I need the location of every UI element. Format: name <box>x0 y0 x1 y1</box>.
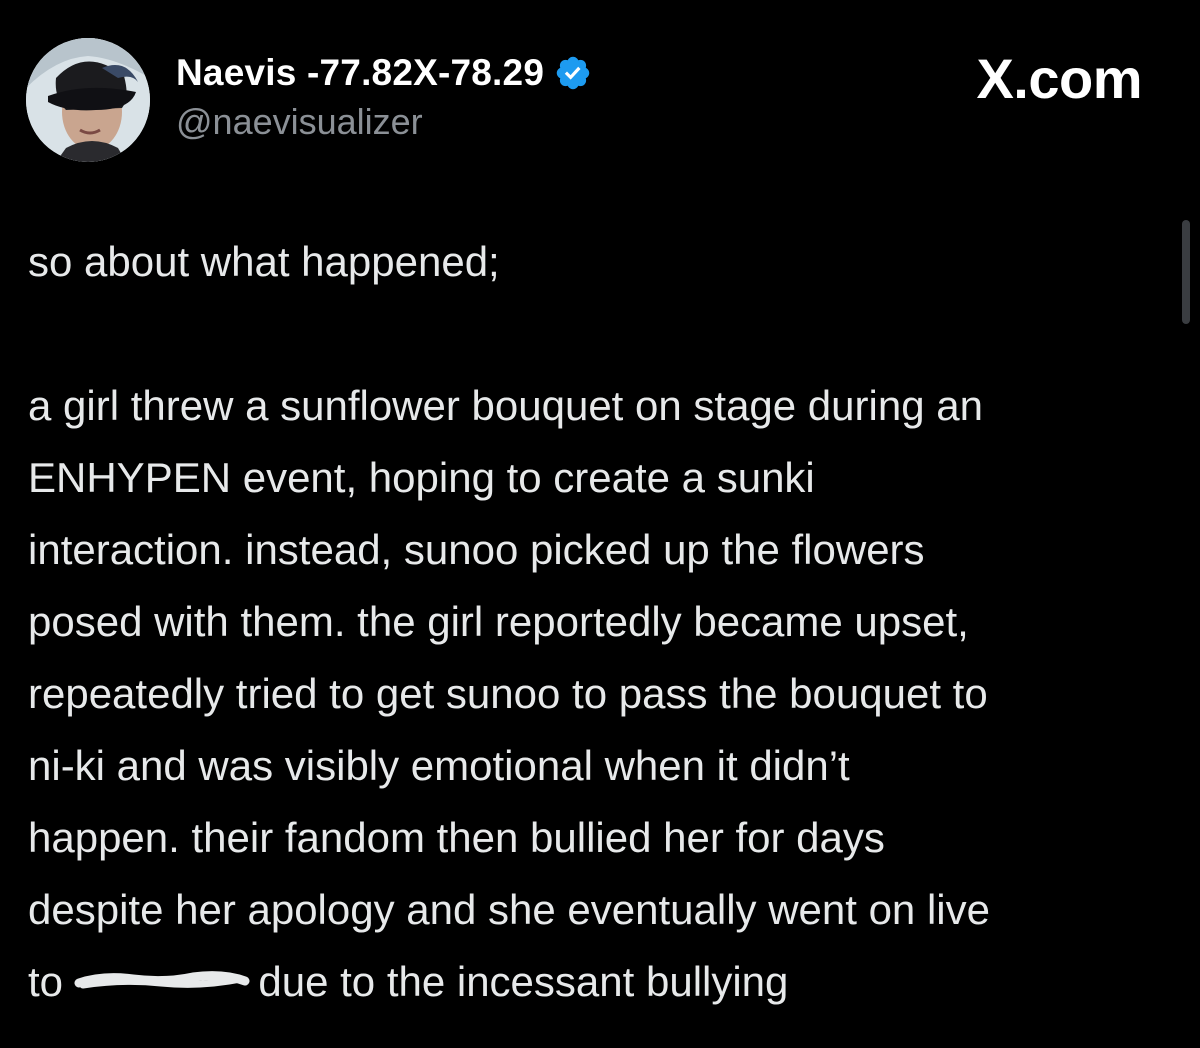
post-line: repeatedly tried to get sunoo to pass th… <box>28 670 988 717</box>
post-intro: so about what happened; <box>28 226 1168 298</box>
author-handle[interactable]: @naevisualizer <box>176 101 423 143</box>
post-line: posed with them. the girl reportedly bec… <box>28 598 969 645</box>
post-line-start: to <box>28 958 64 1005</box>
post-line: despite her apology and she eventually w… <box>28 886 990 933</box>
post-body: a girl threw a sunflower bouquet on stag… <box>28 370 1168 1018</box>
post-line: ENHYPEN event, hoping to create a sunki <box>28 454 815 501</box>
avatar[interactable] <box>26 38 150 162</box>
author-name-row: Naevis -77.82X-78.29 <box>176 50 592 96</box>
x-brand-logo: X.com <box>976 47 1142 110</box>
post-line-end: due to the incessant bullying <box>258 958 789 1005</box>
verified-badge-icon <box>554 54 592 92</box>
redaction-scribble <box>73 971 251 991</box>
scrollbar[interactable] <box>1182 220 1190 324</box>
post-line: interaction. instead, sunoo picked up th… <box>28 526 925 573</box>
post-line: happen. their fandom then bullied her fo… <box>28 814 885 861</box>
post-line: a girl threw a sunflower bouquet on stag… <box>28 382 983 429</box>
post-line: so about what happened; <box>28 238 500 285</box>
author-display-name[interactable]: Naevis -77.82X-78.29 <box>176 52 544 94</box>
post-last-line: to due to the incessant bullying <box>28 946 1168 1018</box>
post-line: ni-ki and was visibly emotional when it … <box>28 742 850 789</box>
